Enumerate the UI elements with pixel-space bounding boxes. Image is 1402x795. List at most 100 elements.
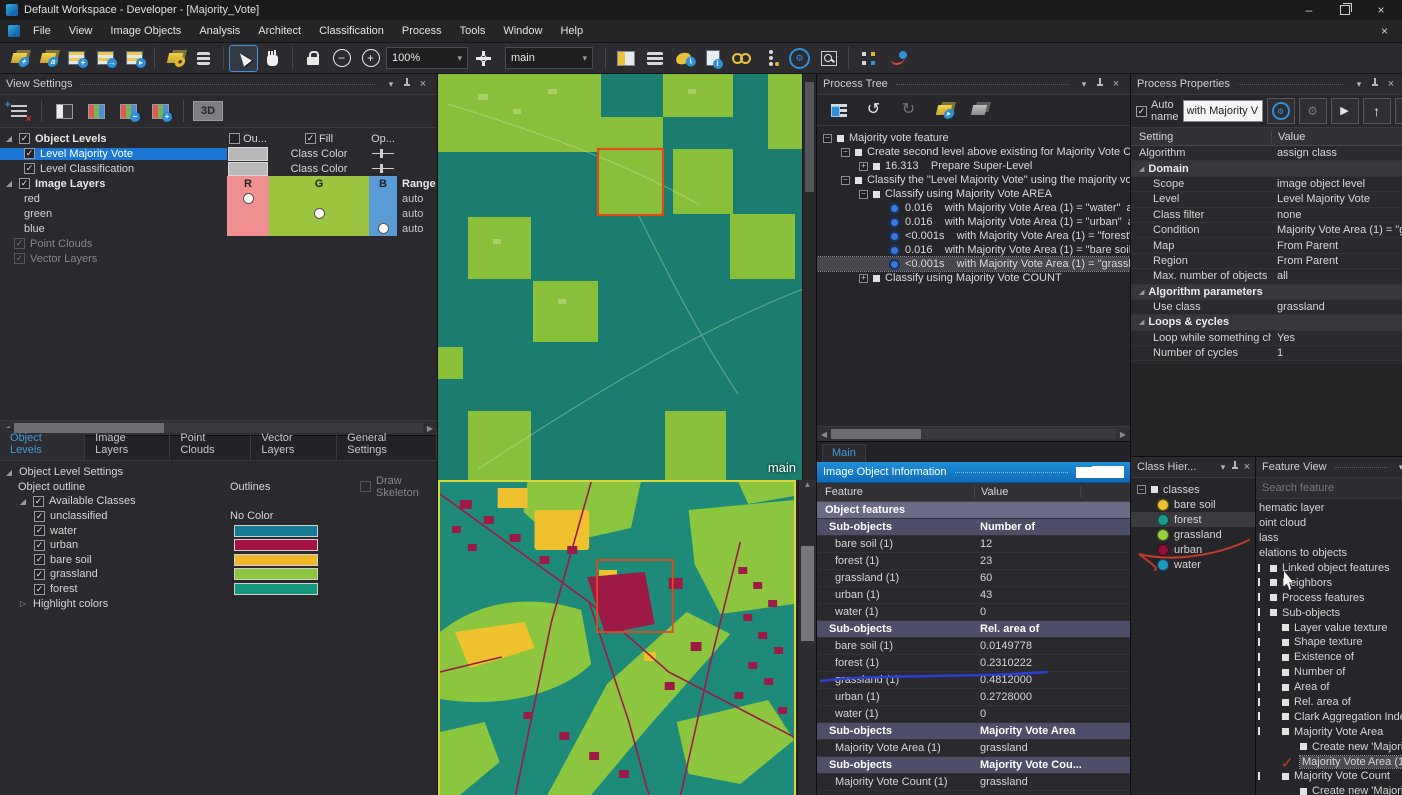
pin-icon[interactable]: [1229, 461, 1241, 473]
class-checkbox[interactable]: [34, 511, 45, 522]
class-color-swatch[interactable]: [234, 525, 318, 537]
iob-row[interactable]: Sub-objects Rel. area of: [817, 621, 1130, 638]
iob-row[interactable]: Object features: [817, 502, 1130, 519]
class-row[interactable]: water: [0, 523, 437, 538]
vector-layers-row[interactable]: Vector Layers: [0, 251, 437, 266]
feature-view-row[interactable]: ✓ Neighbors: [1256, 575, 1402, 590]
outline-color-swatch[interactable]: [228, 162, 268, 176]
class-item-row[interactable]: grassland: [1131, 527, 1255, 542]
pp-row[interactable]: Max. number of objects all: [1131, 269, 1402, 284]
value-column-header[interactable]: Value: [1271, 131, 1402, 143]
class-item-row[interactable]: bare soil: [1131, 497, 1255, 512]
view-layer-button[interactable]: [641, 46, 668, 71]
feature-view-row[interactable]: ✓ Majority Vote Area: [1256, 724, 1402, 739]
menu-item[interactable]: View: [60, 22, 102, 40]
expand-icon[interactable]: [4, 134, 14, 143]
minimize-button[interactable]: –: [1294, 3, 1324, 17]
level-checkbox[interactable]: [24, 148, 35, 159]
map-select[interactable]: main ▾: [505, 47, 593, 69]
view-settings-hscrollbar[interactable]: ◀ ▶: [0, 420, 437, 435]
tree-expander-icon[interactable]: [859, 274, 868, 283]
scroll-up-icon[interactable]: ▲: [799, 480, 816, 492]
feature-view-row[interactable]: ✓ Existence of: [1256, 650, 1402, 665]
image-layers-row[interactable]: Image Layers R G B Range: [0, 176, 437, 191]
iob-row[interactable]: grassland (1) 60: [817, 570, 1130, 587]
value-column-header[interactable]: Value: [974, 486, 1080, 498]
pp-row[interactable]: Class filter none: [1131, 208, 1402, 223]
tree-expander-icon[interactable]: [859, 190, 868, 199]
pp-row[interactable]: Region From Parent: [1131, 254, 1402, 269]
highlight-colors-row[interactable]: Highlight colors: [0, 596, 437, 611]
iob-row[interactable]: forest (1) 23: [817, 553, 1130, 570]
restore-button[interactable]: [1330, 3, 1360, 18]
classes-root-row[interactable]: classes: [1131, 482, 1255, 497]
process-tree-row[interactable]: 0.016 with Majority Vote Area (1) = "wat…: [817, 201, 1130, 215]
iob-row[interactable]: Sub-objects Majority Vote Area: [817, 723, 1130, 740]
panel-menu-icon[interactable]: ▾: [1395, 462, 1402, 473]
process-tree-row[interactable]: Classify using Majority Vote AREA: [817, 187, 1130, 201]
feature-view-row[interactable]: ✓ Clark Aggregation Index: [1256, 709, 1402, 724]
panel-menu-icon[interactable]: ▾: [383, 79, 399, 90]
expand-icon[interactable]: [4, 179, 14, 188]
process-tree-row[interactable]: 16.313 Prepare Super-Level: [817, 159, 1130, 173]
iob-row[interactable]: Sub-objects Number of: [817, 519, 1130, 536]
pp-row[interactable]: Algorithm parameters: [1131, 285, 1402, 300]
pan-button[interactable]: [259, 46, 286, 71]
process-tree-row[interactable]: 0.016 with Majority Vote Area (1) = "urb…: [817, 215, 1130, 229]
expand-icon[interactable]: [4, 468, 14, 477]
iob-row[interactable]: bare soil (1) 12: [817, 536, 1130, 553]
tab-main[interactable]: Main: [822, 444, 866, 462]
feature-view-row[interactable]: ✓ elations to objects: [1256, 546, 1402, 561]
tree-expander-icon[interactable]: [859, 162, 868, 171]
pp-row[interactable]: Loop while something ch... Yes: [1131, 331, 1402, 346]
outline-column-checkbox[interactable]: [229, 133, 240, 144]
process-tree-row[interactable]: Classify the "Level Majority Vote" using…: [817, 173, 1130, 187]
iob-row[interactable]: urban (1) 43: [817, 587, 1130, 604]
auto-name-checkbox[interactable]: [1136, 106, 1147, 117]
open-project-button[interactable]: a: [34, 46, 61, 71]
feature-view-row[interactable]: ✓ Rel. area of: [1256, 695, 1402, 710]
class-item-row[interactable]: water: [1131, 557, 1255, 572]
pp-row[interactable]: Map From Parent: [1131, 238, 1402, 253]
tree-expander-icon[interactable]: [823, 134, 832, 143]
scroll-thumb[interactable]: [805, 82, 814, 192]
class-item-row[interactable]: urban: [1131, 542, 1255, 557]
feature-view-row[interactable]: ✓ Create new 'Majority Vote: [1256, 784, 1402, 795]
redo-button[interactable]: ↻: [895, 98, 922, 123]
close-icon[interactable]: ×: [1108, 78, 1124, 90]
pp-row[interactable]: Scope image object level: [1131, 177, 1402, 192]
channel-assign-dot[interactable]: [243, 193, 254, 204]
pin-icon[interactable]: [1092, 78, 1108, 90]
import-scene-button[interactable]: →: [92, 46, 119, 71]
add-layer-button[interactable]: +: [147, 99, 174, 124]
close-button[interactable]: ×: [1366, 3, 1396, 17]
class-checkbox[interactable]: [34, 525, 45, 536]
process-options-button[interactable]: [825, 98, 852, 123]
scroll-track[interactable]: [831, 429, 1116, 439]
feature-view-row[interactable]: ✓ Shape texture: [1256, 635, 1402, 650]
execute-disabled-button[interactable]: [965, 98, 992, 123]
iob-row[interactable]: Majority Vote Count (1) grassland: [817, 774, 1130, 791]
document-close-button[interactable]: ×: [1371, 24, 1398, 38]
scroll-thumb[interactable]: [14, 423, 164, 433]
pin-icon[interactable]: [399, 78, 415, 90]
edit-polygon-button[interactable]: [884, 46, 911, 71]
menu-item[interactable]: File: [24, 22, 60, 40]
class-color-swatch[interactable]: [234, 539, 318, 551]
object-levels-row[interactable]: Object Levels Ou... Fill Op...: [0, 131, 437, 146]
class-color-swatch[interactable]: [234, 583, 318, 595]
feature-view-row[interactable]: ✓ hematic layer: [1256, 501, 1402, 516]
class-row[interactable]: unclassified No Color: [0, 509, 437, 524]
opacity-slider[interactable]: [372, 153, 394, 154]
iob-row[interactable]: forest (1) 0.2310222: [817, 655, 1130, 672]
collapse-icon[interactable]: [18, 599, 28, 608]
class-row[interactable]: grassland: [0, 567, 437, 582]
pp-row[interactable]: Condition Majority Vote Area (1) = "gra.…: [1131, 223, 1402, 238]
scroll-thumb[interactable]: [801, 546, 814, 641]
main-map-view[interactable]: [438, 74, 803, 480]
panel-menu-icon[interactable]: ▾: [1351, 79, 1367, 90]
zoom-out-button[interactable]: −: [328, 46, 355, 71]
class-checkbox[interactable]: [34, 540, 45, 551]
save-ruleset-button[interactable]: ●: [161, 46, 188, 71]
pp-row[interactable]: Loops & cycles: [1131, 315, 1402, 330]
